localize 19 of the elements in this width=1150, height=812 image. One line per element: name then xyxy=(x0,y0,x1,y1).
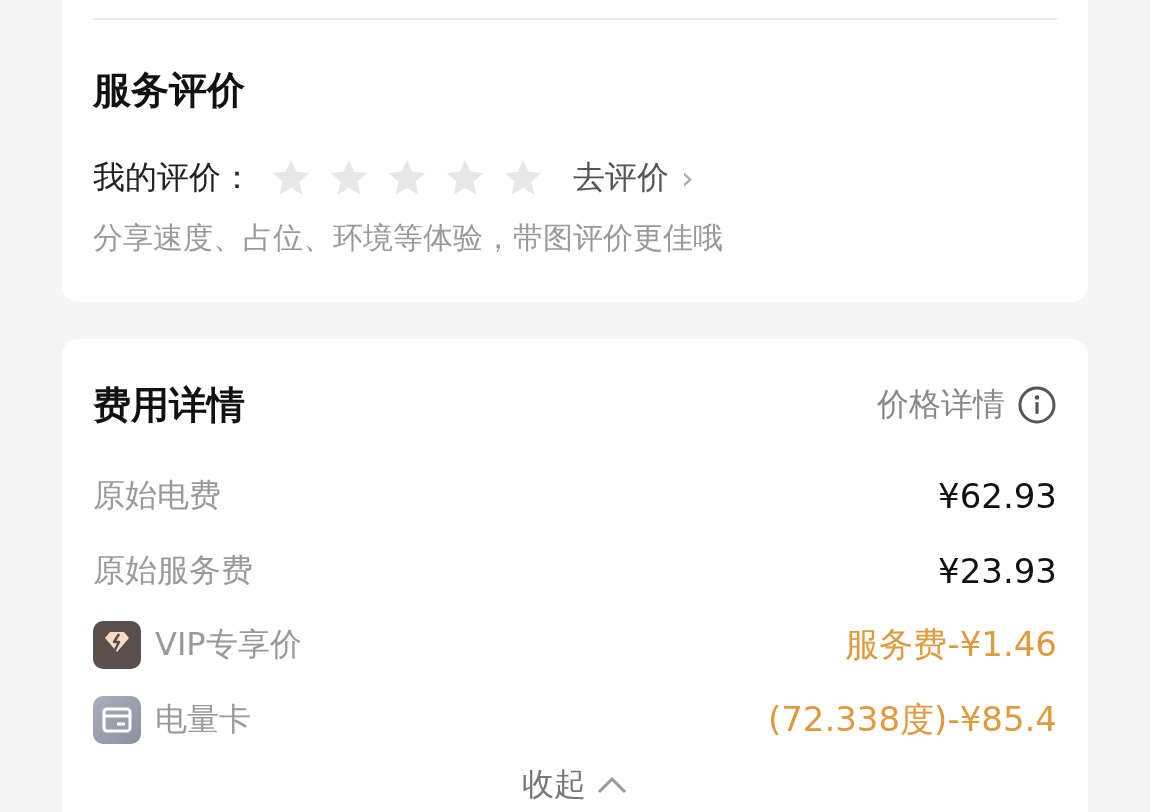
info-icon[interactable] xyxy=(1017,385,1057,425)
fee-label: 原始服务费 xyxy=(93,549,253,591)
fee-label: VIP专享价 xyxy=(155,624,302,666)
rate-link[interactable]: 去评价 › xyxy=(573,156,694,200)
my-rating-label: 我的评价： xyxy=(93,157,253,198)
fee-amount: ¥23.93 xyxy=(938,550,1057,591)
section-title: 费用详情 xyxy=(93,382,245,429)
collapse-button[interactable]: 收起 xyxy=(93,763,1057,807)
section-title: 服务评价 xyxy=(93,67,246,114)
chevron-up-icon[interactable] xyxy=(596,775,628,795)
fee-amount: ¥62.93 xyxy=(938,476,1057,517)
fee-label: 电量卡 xyxy=(155,698,251,740)
review-hint: 分享速度、占位、环境等体验，带图评价更佳哦 xyxy=(93,219,724,257)
card-icon xyxy=(93,695,141,744)
diamond-bolt-icon xyxy=(93,621,141,670)
fee-label: 原始电费 xyxy=(93,475,221,517)
fee-amount: 服务费-¥1.46 xyxy=(845,623,1057,667)
price-detail-link[interactable]: 价格详情 xyxy=(877,383,1057,427)
fee-amount: (72.338度)-¥85.4 xyxy=(767,697,1057,741)
